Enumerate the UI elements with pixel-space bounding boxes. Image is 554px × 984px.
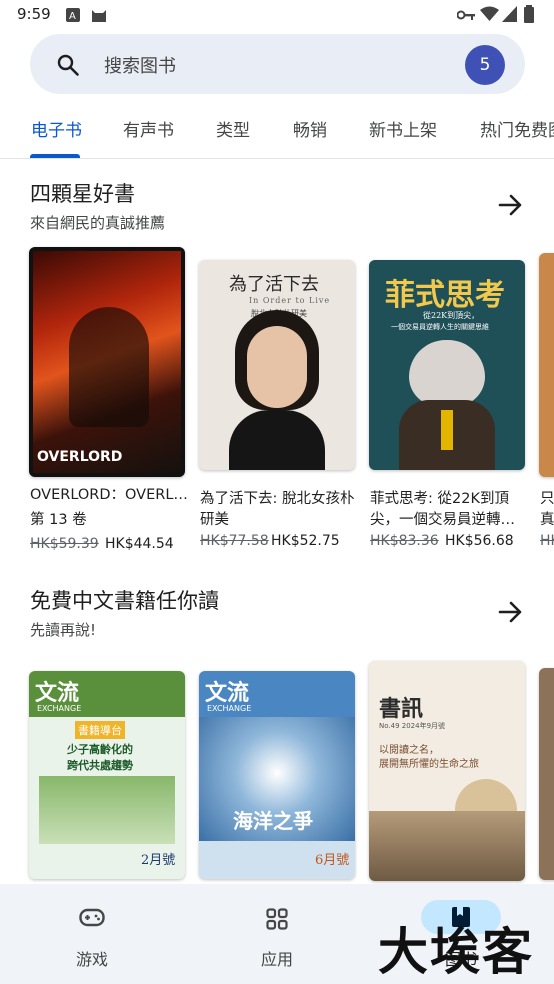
section-more-arrow-icon[interactable] — [490, 592, 530, 632]
original-price: HK — [540, 533, 554, 549]
cover-title: 文流 — [35, 680, 80, 706]
book-title: 菲式思考: 從22K到頂尖，一個交易員逆轉… — [370, 491, 515, 528]
section-subtitle: 來自網民的真誠推薦 — [30, 214, 166, 232]
search-bar[interactable]: 搜索图书 5 — [30, 34, 525, 94]
apps-grid-icon — [266, 908, 288, 930]
battery-icon — [524, 5, 534, 23]
account-avatar[interactable]: 5 — [465, 45, 505, 85]
book-cover[interactable]: OVERLORD — [29, 247, 185, 477]
book-cover[interactable]: 為了活下去 In Order to Live 脫北女孩朴研美 — [199, 260, 355, 470]
book-cover[interactable]: 文流 EXCHANGE 海洋之爭 6月號 — [199, 671, 355, 879]
tab-ebooks[interactable]: 电子书 — [31, 116, 82, 141]
cover-subtitle: 從22K到頂尖， — [423, 311, 480, 320]
app-notification-icon: A — [66, 8, 80, 22]
nav-label: 游戏 — [76, 950, 109, 969]
vpn-key-icon — [457, 10, 475, 20]
section-title: 四顆星好書 — [30, 182, 135, 206]
cover-title: 文流 — [205, 680, 250, 706]
wifi-icon — [480, 6, 499, 21]
cover-title: 為了活下去 — [229, 274, 319, 295]
original-price: HK$83.36 — [370, 533, 439, 549]
cover-issue: No.49 2024年9月號 — [379, 722, 446, 730]
cover-headline: 以閱讀之名， — [379, 745, 439, 756]
book-cover[interactable] — [539, 253, 554, 477]
search-icon — [57, 54, 79, 76]
search-input[interactable]: 搜索图书 — [104, 52, 176, 78]
cover-issue: 6月號 — [315, 853, 350, 868]
watermark-logo: 大埃客 — [378, 923, 534, 981]
svg-text:A: A — [69, 11, 76, 22]
cover-headline: 海洋之爭 — [233, 809, 313, 833]
cover-headline-2: 展開無所懼的生命之旅 — [379, 759, 479, 770]
sale-price: HK$56.68 — [445, 533, 514, 549]
sale-price: HK$52.75 — [271, 533, 340, 549]
cover-heading: 書籍導台 — [75, 721, 125, 739]
tab-audiobooks[interactable]: 有声书 — [123, 116, 174, 141]
book-cover[interactable]: 書訊 No.49 2024年9月號 以閱讀之名， 展開無所懼的生命之旅 — [369, 661, 525, 881]
tab-new-releases[interactable]: 新书上架 — [369, 116, 437, 141]
cover-brand: EXCHANGE — [37, 704, 82, 713]
tab-top-free[interactable]: 热门免费图 — [480, 116, 554, 141]
original-price: HK$59.39 — [30, 536, 99, 552]
section-more-arrow-icon[interactable] — [490, 185, 530, 225]
book-cover[interactable]: 文流 EXCHANGE 書籍導台 少子高齡化的 跨代共處趨勢 2月號 — [29, 671, 185, 879]
tab-genres[interactable]: 类型 — [216, 116, 250, 141]
category-tabs: 电子书 有声书 类型 畅销 新书上架 热门免费图 — [0, 104, 554, 159]
nav-games[interactable]: 游戏 — [52, 894, 132, 974]
book-title: 只真 — [540, 491, 554, 528]
sale-price: HK$44.54 — [105, 536, 174, 552]
status-time: 9:59 — [17, 5, 51, 23]
cover-headline: 少子高齡化的 — [67, 743, 133, 756]
active-tab-indicator — [30, 154, 80, 158]
section-title: 免費中文書籍任你讀 — [30, 589, 219, 613]
cover-issue: 2月號 — [141, 853, 176, 868]
cell-signal-icon — [502, 6, 517, 22]
status-bar: 9:59 A — [0, 0, 554, 32]
cover-title: 書訊 — [379, 696, 424, 722]
book-volume: 第 13 卷 — [30, 512, 87, 528]
nav-apps[interactable]: 应用 — [237, 894, 317, 974]
gamepad-icon — [79, 908, 105, 927]
nav-label: 应用 — [261, 950, 294, 969]
tab-bestsellers[interactable]: 畅销 — [293, 116, 327, 141]
section-subtitle: 先讀再說! — [30, 621, 97, 639]
original-price: HK$77.58 — [200, 533, 269, 549]
cover-brand: EXCHANGE — [207, 704, 252, 713]
cat-notification-icon — [92, 10, 106, 22]
cover-tagline: 一個交易員逆轉人生的關鍵思維 — [391, 323, 489, 331]
cover-title: 菲式思考 — [385, 278, 505, 313]
book-cover[interactable]: 菲式思考 從22K到頂尖， 一個交易員逆轉人生的關鍵思維 — [369, 260, 525, 470]
cover-subtitle: In Order to Live — [249, 296, 331, 305]
book-title: 為了活下去: 脫北女孩朴研美 — [200, 491, 355, 528]
cover-headline-2: 跨代共處趨勢 — [67, 759, 133, 772]
cover-title: OVERLORD — [37, 449, 123, 465]
book-cover[interactable] — [539, 668, 554, 880]
book-title: OVERLORD：OVERL… — [30, 487, 188, 503]
